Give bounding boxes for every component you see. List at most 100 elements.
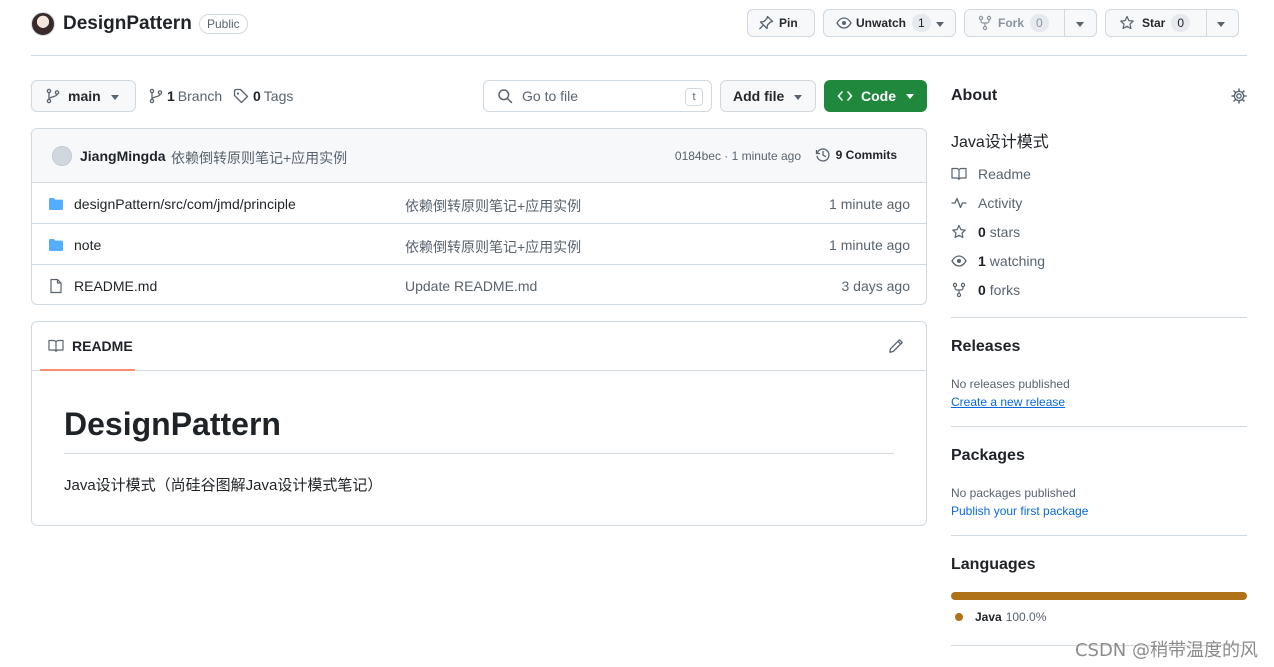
tags-count: 0: [253, 88, 261, 104]
star-split-divider: [1206, 10, 1207, 36]
tab-readme[interactable]: README: [40, 322, 135, 371]
language-bar: [951, 592, 1247, 600]
star-label: Star: [1142, 16, 1166, 30]
sidebar-forks-link[interactable]: 0 forks: [951, 282, 1020, 298]
file-commit-message[interactable]: 依赖倒转原则笔记+应用实例: [405, 196, 581, 216]
readme-tab-label: README: [72, 337, 133, 354]
search-icon: [497, 88, 513, 104]
sidebar-readme-link[interactable]: Readme: [951, 166, 1031, 182]
create-release-link[interactable]: Create a new release: [951, 395, 1065, 409]
file-row[interactable]: README.md Update README.md 3 days ago: [32, 265, 926, 304]
search-placeholder: Go to file: [522, 88, 579, 104]
sidebar-divider: [951, 317, 1247, 318]
file-icon: [48, 278, 64, 294]
star-icon: [951, 224, 967, 240]
unwatch-button[interactable]: Unwatch 1: [823, 9, 956, 37]
tag-icon: [233, 88, 249, 104]
branch-select-button[interactable]: main: [31, 80, 136, 112]
gear-icon[interactable]: [1231, 88, 1247, 104]
branches-label: Branch: [177, 88, 223, 104]
git-branch-icon: [149, 88, 163, 104]
file-name-link[interactable]: README.md: [74, 278, 157, 294]
tags-label: Tags: [263, 88, 294, 104]
commit-author-avatar[interactable]: [52, 146, 72, 166]
commit-message-link[interactable]: 依赖倒转原则笔记+应用实例: [171, 148, 347, 168]
publish-package-link[interactable]: Publish your first package: [951, 504, 1088, 518]
fork-label: Fork: [998, 16, 1025, 30]
language-item-java[interactable]: Java 100.0%: [955, 610, 1046, 624]
releases-empty-text: No releases published: [951, 377, 1070, 391]
watermark-text: CSDN @稍带温度的风: [1074, 640, 1258, 661]
forks-label: forks: [989, 282, 1021, 298]
branch-name: main: [68, 88, 101, 104]
sidebar-divider: [951, 535, 1247, 536]
visibility-badge: Public: [199, 14, 248, 34]
repo-name-link[interactable]: DesignPattern: [63, 13, 192, 35]
code-button[interactable]: Code: [824, 80, 927, 112]
commit-sha-time[interactable]: 0184bec · 1 minute ago: [675, 149, 801, 163]
language-percent: 100.0%: [1005, 610, 1047, 624]
file-name-link[interactable]: designPattern/src/com/jmd/principle: [74, 196, 296, 212]
language-name: Java: [975, 610, 1002, 624]
sidebar-activity-link[interactable]: Activity: [951, 195, 1022, 211]
packages-title-link[interactable]: Packages: [951, 447, 1025, 465]
file-commit-date: 1 minute ago: [829, 237, 910, 253]
pin-label: Pin: [779, 16, 798, 30]
book-icon: [48, 338, 64, 354]
search-shortcut-key: t: [685, 88, 703, 106]
java-color-dot: [955, 613, 963, 621]
owner-avatar[interactable]: [31, 12, 55, 36]
unwatch-label: Unwatch: [856, 16, 907, 30]
releases-title-link[interactable]: Releases: [951, 338, 1020, 356]
file-commit-message[interactable]: Update README.md: [405, 278, 537, 294]
fork-split-divider: [1064, 10, 1065, 36]
fork-icon: [951, 282, 967, 298]
file-commit-date: 1 minute ago: [829, 196, 910, 212]
chevron-down-icon: [794, 95, 802, 100]
file-name-link[interactable]: note: [74, 237, 101, 253]
go-to-file-input[interactable]: Go to file t: [483, 80, 712, 112]
sidebar-stars-link[interactable]: 0 stars: [951, 224, 1020, 240]
chevron-down-icon[interactable]: [936, 22, 944, 27]
pulse-icon: [951, 195, 967, 211]
pin-icon: [758, 15, 774, 31]
file-row[interactable]: designPattern/src/com/jmd/principle 依赖倒转…: [32, 183, 926, 224]
pencil-icon[interactable]: [888, 338, 904, 354]
pin-button[interactable]: Pin: [747, 9, 815, 37]
chevron-down-icon: [906, 94, 914, 99]
add-file-label: Add file: [733, 88, 785, 104]
chevron-down-icon[interactable]: [1076, 22, 1084, 27]
sidebar-watching-link[interactable]: 1 watching: [951, 253, 1045, 269]
repo-description: Java设计模式: [951, 134, 1049, 151]
branches-link[interactable]: 1 Branch: [149, 88, 222, 104]
eye-icon: [836, 15, 852, 31]
file-row[interactable]: note 依赖倒转原则笔记+应用实例 1 minute ago: [32, 224, 926, 265]
readme-heading: DesignPattern: [64, 406, 894, 454]
readme-tabbar: README: [32, 322, 926, 371]
sidebar-divider: [951, 426, 1247, 427]
add-file-button[interactable]: Add file: [720, 80, 816, 112]
star-button[interactable]: Star 0: [1105, 9, 1239, 37]
packages-empty-text: No packages published: [951, 486, 1076, 500]
code-label: Code: [861, 88, 896, 104]
folder-icon: [48, 196, 64, 212]
fork-button[interactable]: Fork 0: [964, 9, 1097, 37]
star-counter: 0: [1171, 14, 1191, 32]
readme-body: Java设计模式（尚硅谷图解Java设计模式笔记）: [64, 477, 383, 494]
chevron-down-icon[interactable]: [1217, 22, 1225, 27]
commit-author-link[interactable]: JiangMingda: [80, 148, 166, 164]
fork-icon: [977, 15, 993, 31]
folder-icon: [48, 237, 64, 253]
star-icon: [1119, 15, 1135, 31]
fork-counter: 0: [1030, 14, 1049, 32]
latest-commit-bar: JiangMingda 依赖倒转原则笔记+应用实例 0184bec · 1 mi…: [32, 129, 926, 183]
file-commit-message[interactable]: 依赖倒转原则笔记+应用实例: [405, 237, 581, 257]
commits-count: 9: [835, 148, 843, 162]
tags-link[interactable]: 0 Tags: [233, 88, 293, 104]
file-commit-date: 3 days ago: [841, 278, 911, 294]
sidebar-readme-label: Readme: [978, 166, 1031, 182]
watching-count: 1: [978, 253, 986, 269]
commits-history-link[interactable]: 9 Commits: [815, 147, 897, 163]
history-icon: [815, 147, 831, 163]
watch-counter: 1: [912, 14, 931, 32]
